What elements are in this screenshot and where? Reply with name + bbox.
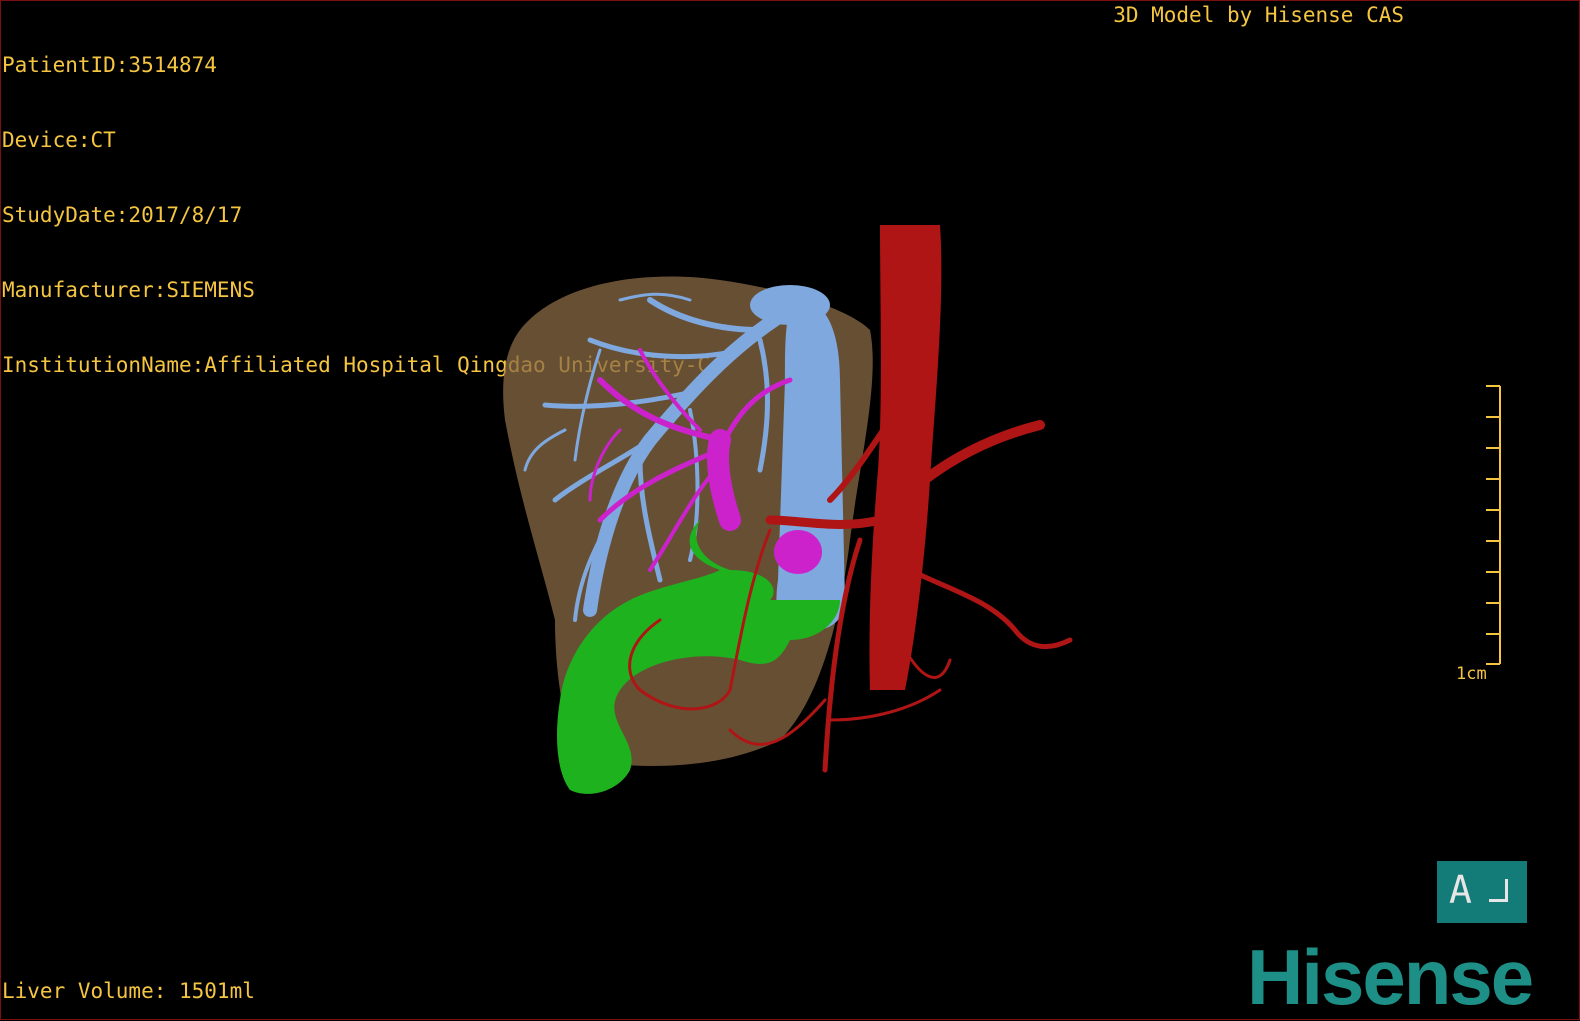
orientation-corner-icon [1489, 879, 1508, 902]
scale-bar-label: 1cm [1456, 664, 1487, 684]
orientation-letter: A [1449, 868, 1472, 912]
aorta-model[interactable] [869, 225, 942, 690]
orientation-cube[interactable]: A [1437, 861, 1527, 923]
ivc-model[interactable] [776, 300, 845, 630]
scale-bar [1486, 385, 1501, 665]
hisense-logo: Hisense [1247, 933, 1534, 1021]
liver-volume-text: Liver Volume: 1501ml [2, 979, 255, 1003]
3d-model-viewport[interactable] [0, 0, 1580, 1020]
